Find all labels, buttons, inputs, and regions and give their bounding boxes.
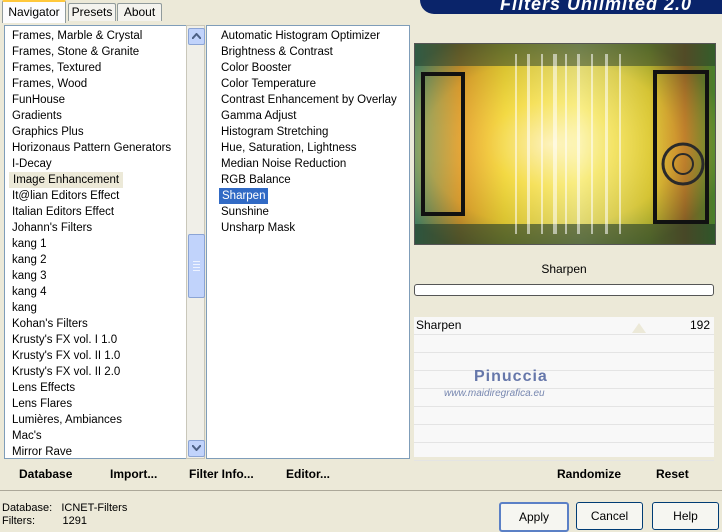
status-info: Database: ICNET-Filters Filters: 1291 xyxy=(2,502,127,528)
filter-list[interactable]: Automatic Histogram Optimizer Brightness … xyxy=(206,25,410,459)
category-item[interactable]: Frames, Wood xyxy=(12,76,87,92)
filters-label: Filters: xyxy=(2,515,35,527)
progress-bar xyxy=(414,284,714,296)
filter-item[interactable]: Median Noise Reduction xyxy=(221,156,346,172)
tab-navigator[interactable]: Navigator xyxy=(2,0,66,23)
database-label: Database: xyxy=(2,502,53,514)
category-item[interactable]: Lumières, Ambiances xyxy=(12,412,122,428)
watermark-site: www.maidiregrafica.eu xyxy=(444,388,545,399)
filter-item[interactable]: Hue, Saturation, Lightness xyxy=(221,140,357,156)
category-item[interactable]: Krusty's FX vol. II 2.0 xyxy=(12,364,120,380)
apply-button[interactable]: Apply xyxy=(499,502,569,532)
parameter-row-sharpen[interactable]: Sharpen 192 xyxy=(414,317,714,335)
category-item[interactable]: kang 2 xyxy=(12,252,47,268)
filter-item[interactable]: Histogram Stretching xyxy=(221,124,328,140)
help-button[interactable]: Help xyxy=(652,502,719,530)
filter-item[interactable]: Sunshine xyxy=(221,204,269,220)
chevron-down-icon xyxy=(192,445,201,451)
category-item[interactable]: Kohan's Filters xyxy=(12,316,88,332)
preview-filter-title: Sharpen xyxy=(541,262,587,276)
category-item[interactable]: kang 4 xyxy=(12,284,47,300)
category-item[interactable]: kang xyxy=(12,300,37,316)
title-banner: Filters Unlimited 2.0 xyxy=(420,0,722,14)
parameter-panel: Sharpen 192 xyxy=(414,317,714,461)
category-item[interactable]: It@lian Editors Effect xyxy=(12,188,119,204)
category-item[interactable]: kang 3 xyxy=(12,268,47,284)
filter-item[interactable]: Color Booster xyxy=(221,60,291,76)
randomize-button[interactable]: Randomize xyxy=(557,467,621,481)
scroll-up-button[interactable] xyxy=(188,28,205,45)
database-button[interactable]: Database xyxy=(19,467,72,481)
filter-item[interactable]: Contrast Enhancement by Overlay xyxy=(221,92,397,108)
watermark-name: Pinuccia xyxy=(474,368,548,385)
filter-item[interactable]: Automatic Histogram Optimizer xyxy=(221,28,380,44)
filter-item[interactable]: Unsharp Mask xyxy=(221,220,295,236)
tab-about[interactable]: About xyxy=(117,3,162,21)
category-item[interactable]: Mirror Rave xyxy=(12,444,72,460)
category-item[interactable]: Frames, Marble & Crystal xyxy=(12,28,142,44)
filter-item[interactable]: RGB Balance xyxy=(221,172,291,188)
chevron-up-icon xyxy=(192,33,201,39)
category-item[interactable]: kang 1 xyxy=(12,236,47,252)
reset-button[interactable]: Reset xyxy=(656,467,689,481)
category-item[interactable]: Graphics Plus xyxy=(12,124,84,140)
cancel-button[interactable]: Cancel xyxy=(576,502,643,530)
category-item[interactable]: Krusty's FX vol. II 1.0 xyxy=(12,348,120,364)
category-item[interactable]: Johann's Filters xyxy=(12,220,92,236)
category-item[interactable]: Frames, Stone & Granite xyxy=(12,44,139,60)
scroll-thumb[interactable] xyxy=(188,234,205,298)
banner-title: Filters Unlimited 2.0 xyxy=(499,0,692,14)
category-item[interactable]: FunHouse xyxy=(12,92,65,108)
parameter-value: 192 xyxy=(689,318,710,332)
bottom-toolbar: Database Import... Filter Info... Editor… xyxy=(0,460,722,488)
category-item[interactable]: Image Enhancement xyxy=(9,172,124,188)
slider-indicator-icon[interactable] xyxy=(632,323,646,333)
scroll-down-button[interactable] xyxy=(188,440,205,457)
category-item[interactable]: Mac's xyxy=(12,428,42,444)
database-value: ICNET-Filters xyxy=(61,502,128,514)
category-item[interactable]: Krusty's FX vol. I 1.0 xyxy=(12,332,117,348)
filter-item[interactable]: Brightness & Contrast xyxy=(221,44,333,60)
filters-count: 1291 xyxy=(62,515,87,527)
parameter-label: Sharpen xyxy=(416,318,462,332)
category-item[interactable]: I-Decay xyxy=(12,156,52,172)
preview-image xyxy=(414,43,716,245)
filter-item[interactable]: Color Temperature xyxy=(221,76,316,92)
import-button[interactable]: Import... xyxy=(110,467,157,481)
tab-presets[interactable]: Presets xyxy=(68,3,116,21)
filter-item[interactable]: Sharpen xyxy=(219,188,269,204)
category-item[interactable]: Frames, Textured xyxy=(12,60,101,76)
editor-button[interactable]: Editor... xyxy=(286,467,330,481)
filter-info-button[interactable]: Filter Info... xyxy=(189,467,254,481)
filter-item[interactable]: Gamma Adjust xyxy=(221,108,296,124)
category-item[interactable]: Horizonaus Pattern Generators xyxy=(12,140,171,156)
divider xyxy=(0,490,722,491)
category-item[interactable]: Gradients xyxy=(12,108,62,124)
category-list[interactable]: Frames, Marble & Crystal Frames, Stone & … xyxy=(4,25,188,459)
category-item[interactable]: Italian Editors Effect xyxy=(12,204,114,220)
category-item[interactable]: Lens Effects xyxy=(12,380,75,396)
category-item[interactable]: Lens Flares xyxy=(12,396,72,412)
category-scrollbar[interactable] xyxy=(186,25,205,459)
